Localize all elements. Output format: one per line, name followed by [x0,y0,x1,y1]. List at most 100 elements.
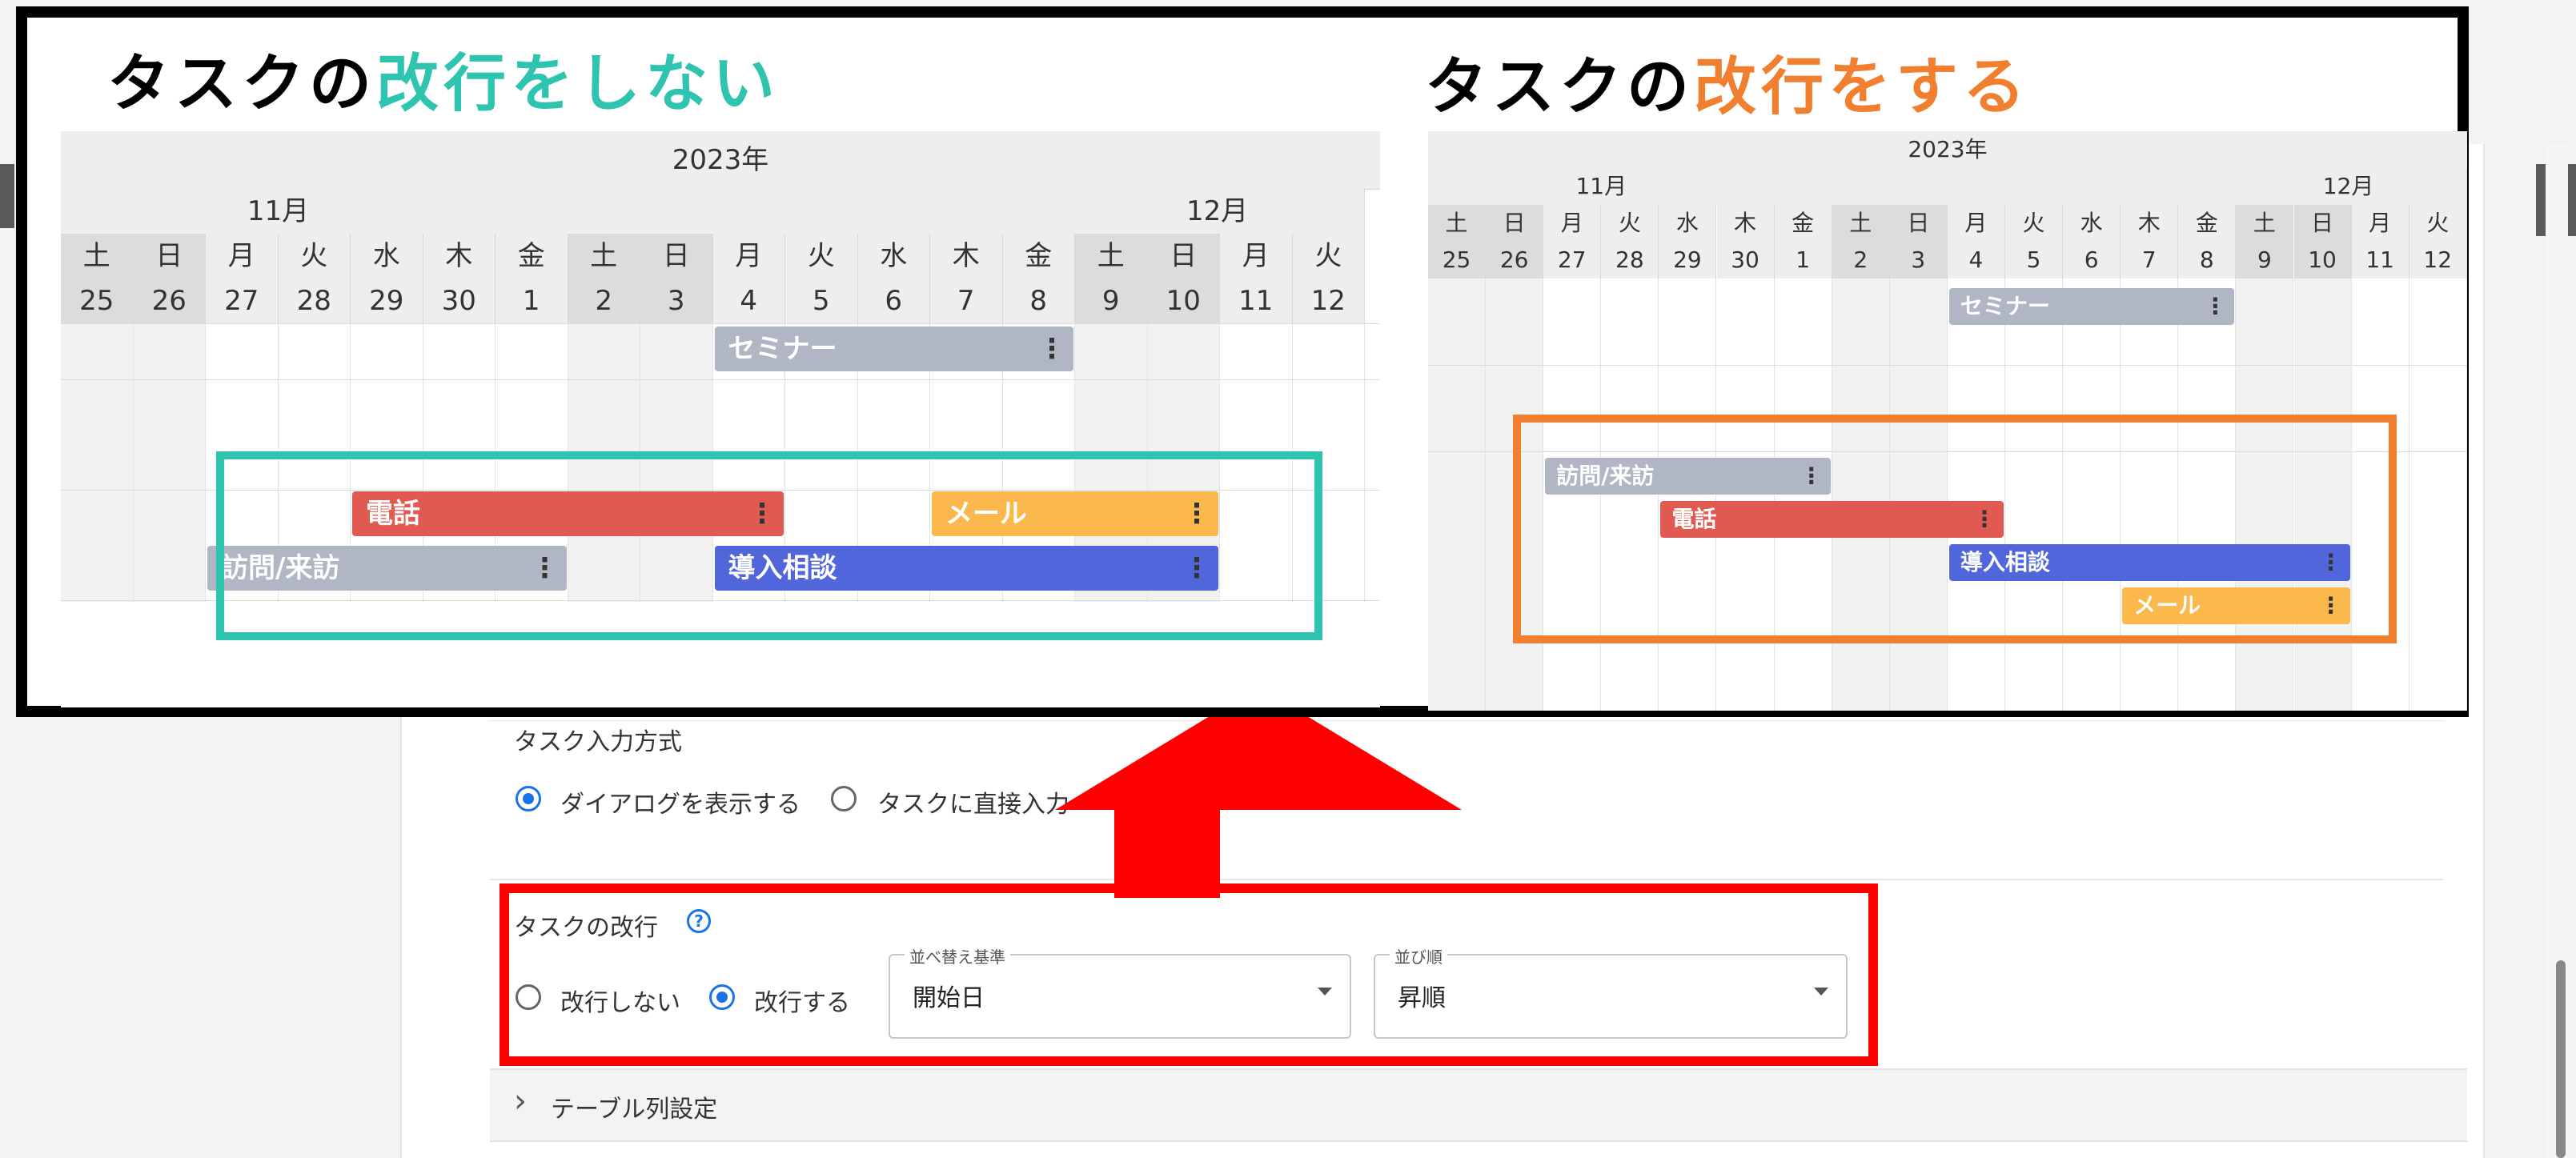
day-of-week-cell: 水 [2063,205,2121,242]
day-of-week-cell: 土 [1832,205,1890,242]
day-of-week-cell: 金 [1002,234,1075,278]
day-of-week-cell: 金 [1774,205,1832,242]
month-header-dec: 12月 [1774,168,2467,205]
day-of-week-cell: 月 [1220,234,1293,278]
date-cell: 27 [206,278,279,323]
day-of-week-cell: 月 [206,234,279,278]
day-of-week-cell: 日 [2293,205,2352,242]
task-bar-seminar: セミナー ⋮ [1948,288,2235,325]
section-divider [490,879,2443,880]
day-of-week-cell: 水 [351,234,423,278]
date-cell: 2 [568,278,640,323]
month-header-dec: 12月 [496,189,1365,234]
day-of-week-cell: 火 [1292,234,1365,278]
right-title-highlight: 改行をする [1694,51,2031,123]
radio-direct-input-label[interactable]: タスクに直接入力 [877,784,1069,819]
date-cell: 28 [1601,242,1659,278]
table-columns-label: テーブル列設定 [551,1096,718,1124]
date-cell: 29 [1659,242,1717,278]
date-cell: 1 [496,278,568,323]
date-cell: 6 [2063,242,2121,278]
date-cell: 4 [1947,242,2005,278]
date-cell: 30 [1716,242,1775,278]
task-label: セミナー [728,333,837,365]
day-of-week-cell: 水 [1659,205,1717,242]
task-bar-seminar: セミナー ⋮ [714,327,1073,371]
date-cell: 12 [1292,278,1365,323]
date-cell: 10 [1147,278,1220,323]
date-cell: 30 [423,278,496,323]
date-cell: 28 [278,278,351,323]
day-of-week-cell: 日 [1147,234,1220,278]
month-header-nov: 11月 [61,189,496,234]
day-of-week-cell: 日 [640,234,713,278]
date-cell: 25 [1428,242,1487,278]
left-title: タスクの改行をしない [107,34,780,123]
radio-dialog[interactable] [516,786,541,811]
radio-dialog-label[interactable]: ダイアログを表示する [560,784,800,819]
radio-direct-input[interactable] [831,786,857,811]
wrap-setting-highlight-box [500,884,1878,1066]
date-cell: 5 [785,278,858,323]
day-of-week-cell: 火 [785,234,858,278]
day-of-week-cell: 火 [2409,205,2467,242]
day-column [1428,205,1487,711]
left-title-prefix: タスクの [107,48,377,120]
day-of-week-cell: 土 [61,234,134,278]
date-cell: 7 [2121,242,2179,278]
date-cell: 3 [640,278,713,323]
date-cell: 11 [1220,278,1293,323]
day-of-week-cell: 月 [1947,205,2005,242]
day-of-week-cell: 木 [2121,205,2179,242]
year-header: 2023年 [1428,131,2467,169]
date-cell: 12 [2409,242,2467,278]
left-title-highlight: 改行をしない [376,48,780,120]
date-cell: 5 [2005,242,2064,278]
date-cell: 7 [930,278,1003,323]
day-of-week-cell: 火 [2005,205,2064,242]
date-cell: 6 [857,278,930,323]
day-of-week-cell: 火 [278,234,351,278]
date-cell: 26 [133,278,206,323]
date-cell: 4 [712,278,785,323]
date-cell: 8 [2178,242,2237,278]
day-of-week-cell: 水 [857,234,930,278]
task-label: セミナー [1960,293,2050,319]
day-of-week-cell: 金 [2178,205,2237,242]
date-cell: 25 [61,278,134,323]
day-of-week-cell: 金 [496,234,568,278]
day-column [2409,205,2467,711]
date-cell: 9 [1075,278,1148,323]
more-icon: ⋮ [1038,333,1065,365]
row-divider [1428,365,2467,366]
date-cell: 26 [1486,242,1544,278]
day-of-week-cell: 日 [1889,205,1948,242]
date-cell: 2 [1832,242,1890,278]
date-cell: 29 [351,278,423,323]
chevron-right-icon: › [514,1083,527,1120]
date-cell: 10 [2293,242,2352,278]
month-header-nov: 11月 [1428,168,1776,205]
more-icon: ⋮ [2204,293,2227,319]
day-of-week-cell: 月 [1543,205,1602,242]
day-of-week-cell: 日 [1486,205,1544,242]
date-cell: 11 [2351,242,2409,278]
gantt-no-wrap: 2023年 11月 12月土 25 日 26 月 27 火 28 水 29 木 30 金 1 土 2 日 3 月 4 火 5 水… [61,131,1380,707]
day-of-week-cell: 日 [133,234,206,278]
day-of-week-cell: 木 [930,234,1003,278]
red-arrow-shaft [1114,808,1220,898]
day-of-week-cell: 土 [2236,205,2294,242]
day-of-week-cell: 土 [1075,234,1148,278]
date-cell: 3 [1889,242,1948,278]
day-of-week-cell: 火 [1601,205,1659,242]
date-cell: 1 [1774,242,1832,278]
row-divider [61,323,1380,324]
wrap-highlight-box [1513,415,2397,643]
table-columns-expander[interactable]: › テーブル列設定 [490,1068,2467,1142]
day-of-week-cell: 月 [712,234,785,278]
left-edge-tab [0,164,14,228]
date-cell: 8 [1002,278,1075,323]
right-title: タスクの改行をする [1425,37,2030,126]
scrollbar-thumb[interactable] [2556,960,2566,1158]
date-cell: 9 [2236,242,2294,278]
